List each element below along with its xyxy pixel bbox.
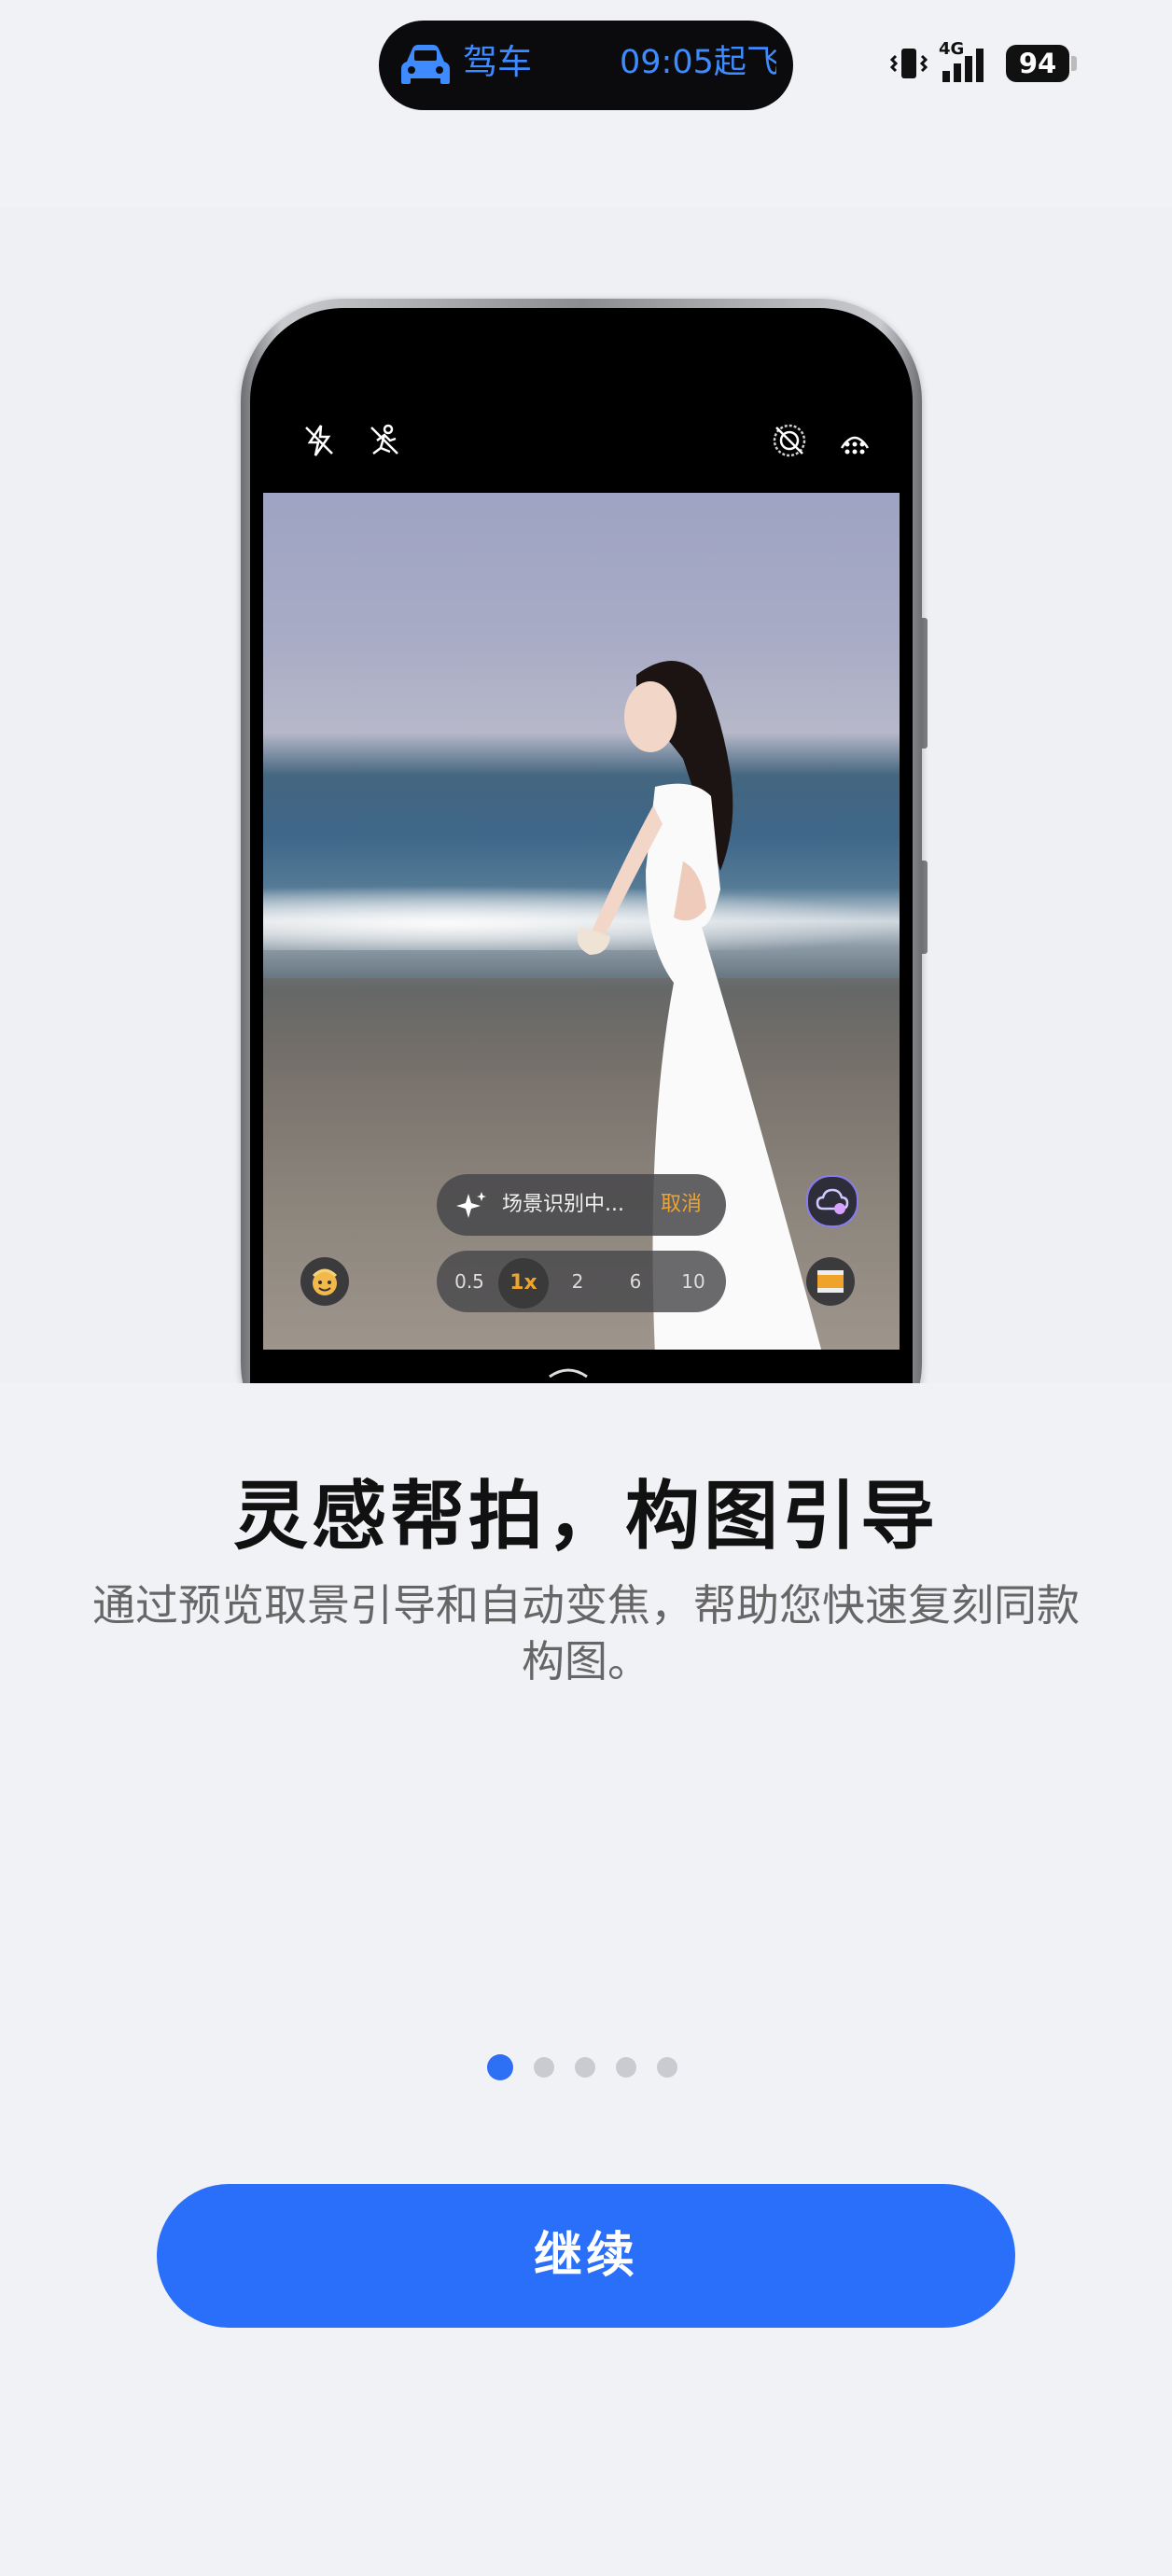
page-description: 通过预览取景引导和自动变焦，帮助您快速复刻同款构图。 [92, 1580, 1080, 1687]
page-indicator [487, 2054, 677, 2080]
dynamic-island[interactable]: 驾车 09:05起飞 [379, 21, 793, 110]
film-mode-button[interactable] [806, 1257, 855, 1306]
zoom-option[interactable]: 6 [612, 1251, 659, 1312]
zoom-option[interactable]: 2 [554, 1251, 601, 1312]
status-bar: 驾车 09:05起飞 4G 94 [0, 0, 1172, 131]
flight-status-text: 09:05起飞 [620, 44, 776, 81]
battery-tip [1071, 56, 1077, 71]
feature-illustration: 场景识别中... 取消 0.5 1x 2 6 10 [0, 207, 1172, 1383]
page-dot[interactable] [534, 2057, 554, 2078]
vibrate-icon [889, 49, 928, 78]
page-dot[interactable] [657, 2057, 677, 2078]
flash-off-icon [305, 425, 333, 456]
system-icons: 4G 94 [888, 39, 1077, 86]
battery-icon: 94 [1006, 45, 1069, 82]
page-dot-active[interactable] [487, 2054, 513, 2080]
live-photo-icon [773, 424, 806, 457]
battery-level: 94 [1018, 48, 1057, 79]
continue-button[interactable]: 继续 [157, 2184, 1015, 2328]
zoom-option[interactable]: 0.5 [446, 1251, 493, 1312]
face-icon [312, 1268, 338, 1295]
more-menu-icon[interactable] [834, 420, 875, 461]
car-icon [401, 45, 450, 84]
film-icon [817, 1270, 844, 1293]
zoom-option[interactable]: 10 [670, 1251, 717, 1312]
page-dot[interactable] [575, 2057, 595, 2078]
chevron-up-icon [549, 1368, 588, 1379]
phone-screen: 场景识别中... 取消 0.5 1x 2 6 10 [250, 308, 913, 1383]
cloud-sparkle-icon [816, 1188, 849, 1214]
scene-recognition-pill: 场景识别中... 取消 [437, 1174, 726, 1236]
ai-composition-button[interactable] [806, 1175, 858, 1227]
zoom-selector: 0.5 1x 2 6 10 [437, 1251, 726, 1312]
page-dot[interactable] [616, 2057, 636, 2078]
activity-label: 驾车 [463, 42, 532, 82]
scene-recognition-label: 场景识别中... [502, 1193, 624, 1216]
signal-icon: 4G [939, 39, 997, 84]
sparkle-icon [456, 1192, 486, 1218]
zoom-option-selected[interactable]: 1x [498, 1258, 549, 1309]
scene-cancel-button[interactable]: 取消 [661, 1190, 702, 1220]
phone-mockup: 场景识别中... 取消 0.5 1x 2 6 10 [241, 299, 922, 1383]
beauty-face-button[interactable] [300, 1257, 349, 1306]
page-title: 灵感帮拍，构图引导 [233, 1473, 939, 1560]
woman-figure [577, 661, 822, 1350]
camera-viewfinder: 场景识别中... 取消 0.5 1x 2 6 10 [263, 493, 900, 1350]
ai-motion-off-icon [370, 424, 398, 455]
